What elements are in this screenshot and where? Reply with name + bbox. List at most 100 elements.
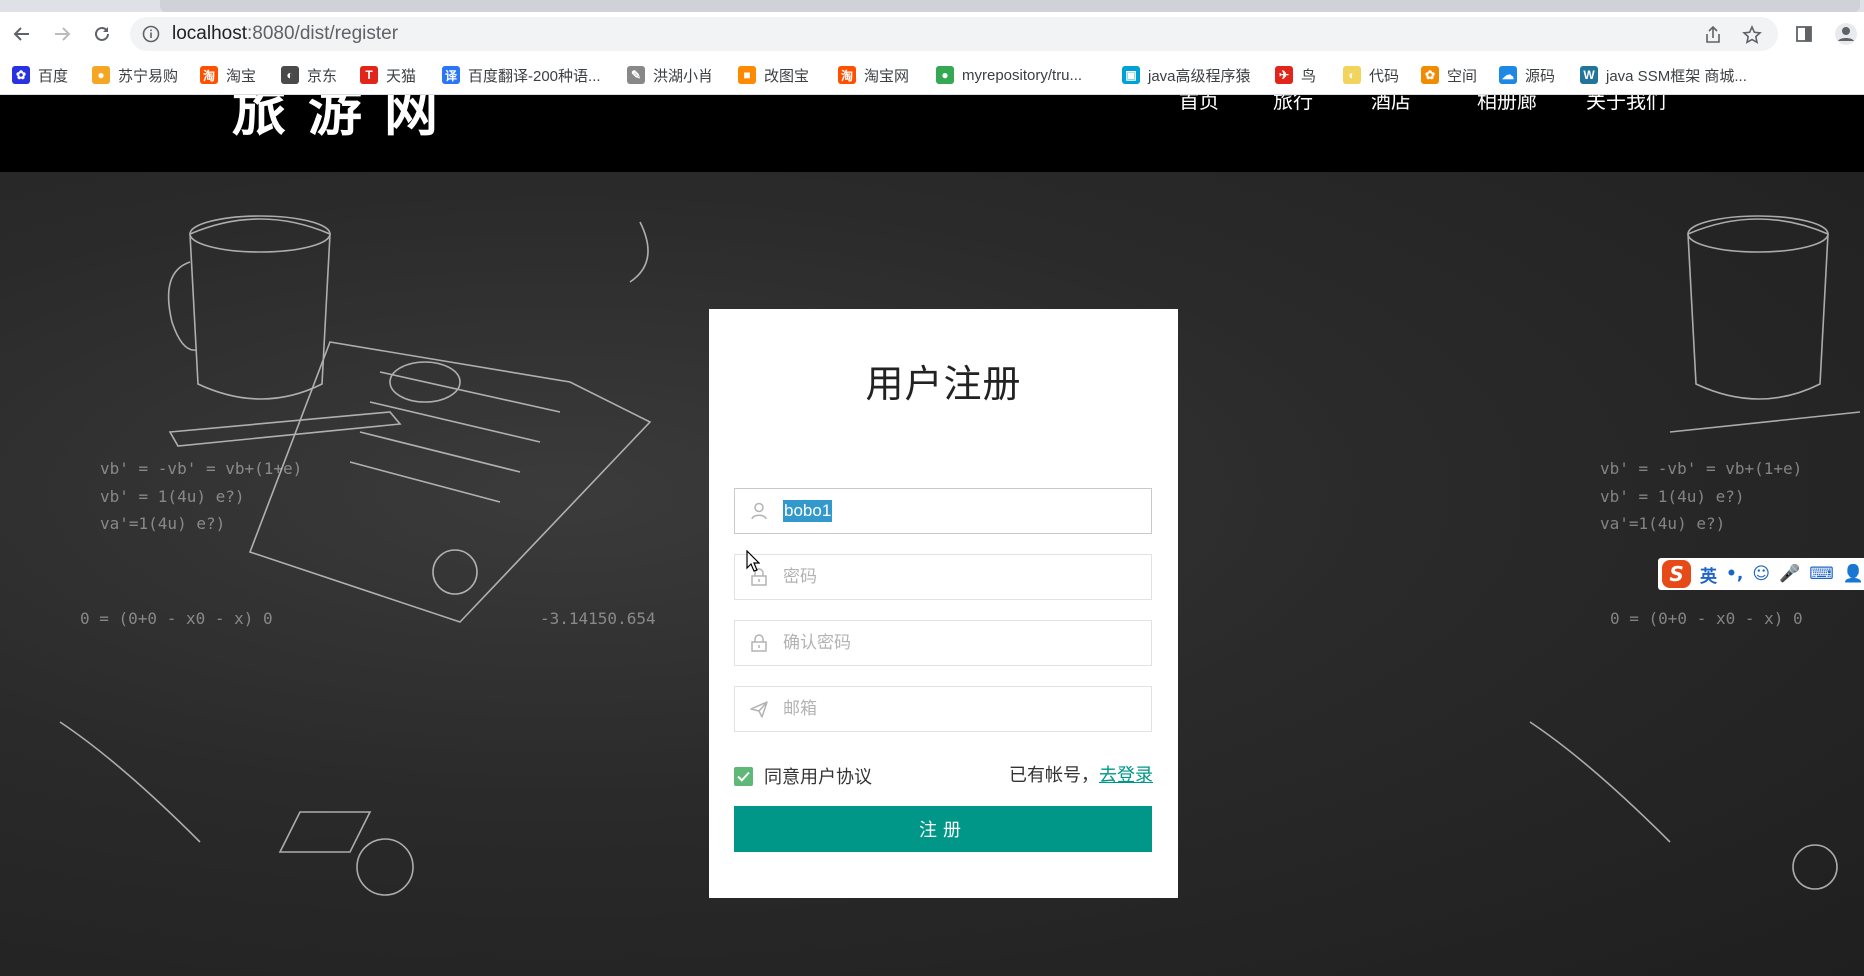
bookmark-favicon-icon: ▣ xyxy=(1122,66,1140,84)
check-icon xyxy=(737,771,750,782)
site-info-icon[interactable] xyxy=(142,25,160,43)
browser-toolbar: localhost:8080/dist/register xyxy=(0,12,1864,56)
mouse-cursor-icon xyxy=(746,550,760,572)
bookmark-item[interactable]: 淘淘宝 xyxy=(200,65,256,85)
bookmark-label: 改图宝 xyxy=(764,67,810,85)
confirm-password-field[interactable] xyxy=(734,620,1152,666)
login-hint: 已有帐号，去登录 xyxy=(1009,761,1153,787)
has-account-text: 已有帐号， xyxy=(1009,765,1099,786)
agree-terms[interactable]: 同意用户协议 xyxy=(734,764,872,788)
nav-gallery[interactable]: 相册廊 xyxy=(1477,95,1537,114)
email-input[interactable] xyxy=(783,687,1138,731)
nav-home[interactable]: 首页 xyxy=(1179,95,1219,114)
bookmark-item[interactable]: ✿ 百度 xyxy=(12,65,68,85)
password-input[interactable] xyxy=(783,555,1138,599)
ime-keyboard-icon[interactable]: ⌨ xyxy=(1809,564,1834,584)
register-title: 用户注册 xyxy=(865,362,1022,406)
bookmark-item[interactable]: ✎ 洪湖小肖 xyxy=(627,65,713,85)
nav-hotel[interactable]: 酒店 xyxy=(1371,95,1411,114)
back-icon[interactable] xyxy=(10,22,34,46)
svg-text:va'=1(4u) e?): va'=1(4u) e?) xyxy=(100,514,225,533)
bookmark-item[interactable]: 淘淘宝网 xyxy=(838,65,909,85)
bookmark-item[interactable]: ■ 改图宝 xyxy=(738,65,809,85)
svg-text:0 = (0+0 - x0 - x) 0: 0 = (0+0 - x0 - x) 0 xyxy=(80,609,273,628)
address-bar[interactable]: localhost:8080/dist/register xyxy=(130,17,1778,51)
bookmark-label: java SSM框架 商城... xyxy=(1606,67,1747,85)
bookmark-label: 百度翻译-200种语... xyxy=(468,67,601,85)
nav-about[interactable]: 关于我们 xyxy=(1586,95,1666,114)
register-button[interactable]: 注册 xyxy=(734,806,1152,852)
ime-emoji-icon[interactable]: ☺ xyxy=(1752,564,1770,584)
user-icon xyxy=(751,502,767,520)
bookmark-favicon-icon: ✈ xyxy=(1275,66,1293,84)
bookmark-item[interactable]: ✈ 鸟 xyxy=(1275,65,1316,85)
username-field[interactable]: bobo1 xyxy=(734,488,1152,534)
agree-label[interactable]: 同意用户协议 xyxy=(764,763,872,789)
bookmark-favicon-icon: W xyxy=(1580,66,1598,84)
confirm-password-input[interactable] xyxy=(783,621,1138,665)
bookmark-item[interactable]: ☁ 源码 xyxy=(1499,65,1555,85)
profile-icon[interactable] xyxy=(1834,22,1858,46)
bookmark-favicon-icon: ■ xyxy=(738,66,756,84)
bookmark-item[interactable]: ◐ 代码 xyxy=(1343,65,1399,85)
bookmark-label: myrepository/tru... xyxy=(962,66,1083,84)
bookmark-label: 洪湖小肖 xyxy=(653,67,714,85)
bookmark-favicon-icon: ✿ xyxy=(12,66,30,84)
bookmark-label: 鸟 xyxy=(1301,67,1317,85)
bookmark-item[interactable]: T 天猫 xyxy=(360,65,416,85)
ime-punctuation-icon[interactable]: •, xyxy=(1726,564,1743,584)
ime-user-icon[interactable]: 👤 xyxy=(1843,564,1864,584)
bookmark-favicon-icon: 译 xyxy=(442,66,460,84)
bookmark-item[interactable]: ▣ java高级程序猿 xyxy=(1122,65,1251,85)
login-link[interactable]: 去登录 xyxy=(1099,765,1153,786)
register-card: 用户注册 bobo1 同意用户协议 已有帐号，去登录 注册 xyxy=(709,309,1178,898)
username-value[interactable]: bobo1 xyxy=(783,500,833,522)
bookmark-item[interactable]: ● myrepository/tru... xyxy=(936,65,1082,85)
svg-text:vb' = 1(4u) e?): vb' = 1(4u) e?) xyxy=(100,487,245,506)
bookmark-label: 苏宁易购 xyxy=(118,67,179,85)
paper-plane-icon xyxy=(750,701,768,718)
share-icon[interactable] xyxy=(1703,25,1723,45)
nav-travel[interactable]: 旅行 xyxy=(1273,95,1313,114)
bookmarks-bar: ✿ 百度 ● 苏宁易购 淘淘宝 ◐ 京东 T 天猫 译百度翻译-200种语... ✎ 洪湖小肖 ■ 改图宝… xyxy=(0,56,1864,95)
svg-text:0 = (0+0 - x0 - x) 0: 0 = (0+0 - x0 - x) 0 xyxy=(1610,609,1803,628)
site-logo[interactable]: 旅游网 xyxy=(232,95,460,146)
lock-icon xyxy=(751,634,767,652)
password-field[interactable] xyxy=(734,554,1152,600)
svg-text:vb' = 1(4u) e?): vb' = 1(4u) e?) xyxy=(1600,487,1745,506)
email-field[interactable] xyxy=(734,686,1152,732)
side-panel-icon[interactable] xyxy=(1792,22,1816,46)
bookmark-favicon-icon: 淘 xyxy=(200,66,218,84)
browser-tabstrip xyxy=(0,0,1864,12)
tab-bar xyxy=(160,0,1860,12)
ime-toolbar: S 英 •, ☺ 🎤 ⌨ 👤 xyxy=(1658,558,1864,590)
bookmark-label: 源码 xyxy=(1525,67,1556,85)
bookmark-label: 代码 xyxy=(1369,67,1400,85)
bookmark-favicon-icon: ✿ xyxy=(1421,66,1439,84)
bookmark-label: 京东 xyxy=(307,67,338,85)
reload-icon[interactable] xyxy=(90,22,114,46)
sogou-logo-icon[interactable]: S xyxy=(1662,560,1692,588)
bookmark-item[interactable]: Wjava SSM框架 商城... xyxy=(1580,65,1747,85)
svg-text:vb' = -vb' = vb+(1+e): vb' = -vb' = vb+(1+e) xyxy=(100,459,302,478)
svg-text:-3.14150.654: -3.14150.654 xyxy=(540,609,656,628)
url-text: localhost:8080/dist/register xyxy=(172,23,399,44)
bookmark-label: java高级程序猿 xyxy=(1148,67,1251,85)
bookmark-item[interactable]: ◐ 京东 xyxy=(281,65,337,85)
forward-icon[interactable] xyxy=(50,22,74,46)
bookmark-item[interactable]: ● 苏宁易购 xyxy=(92,65,178,85)
bookmark-favicon-icon: 淘 xyxy=(838,66,856,84)
bookmark-label: 百度 xyxy=(38,67,69,85)
bookmark-item[interactable]: ✿ 空间 xyxy=(1421,65,1477,85)
ime-voice-icon[interactable]: 🎤 xyxy=(1779,564,1800,584)
ime-mode[interactable]: 英 xyxy=(1700,562,1717,587)
site-header: 旅游网 首页 旅行 酒店 相册廊 关于我们 xyxy=(0,95,1864,172)
bookmark-favicon-icon: ● xyxy=(92,66,110,84)
bookmark-item[interactable]: 译百度翻译-200种语... xyxy=(442,65,601,85)
bookmark-favicon-icon: ✎ xyxy=(627,66,645,84)
bookmark-favicon-icon: ◐ xyxy=(281,66,299,84)
bookmark-label: 空间 xyxy=(1447,67,1478,85)
bookmark-star-icon[interactable] xyxy=(1742,25,1762,45)
agree-checkbox[interactable] xyxy=(734,766,753,786)
svg-text:va'=1(4u) e?): va'=1(4u) e?) xyxy=(1600,514,1725,533)
